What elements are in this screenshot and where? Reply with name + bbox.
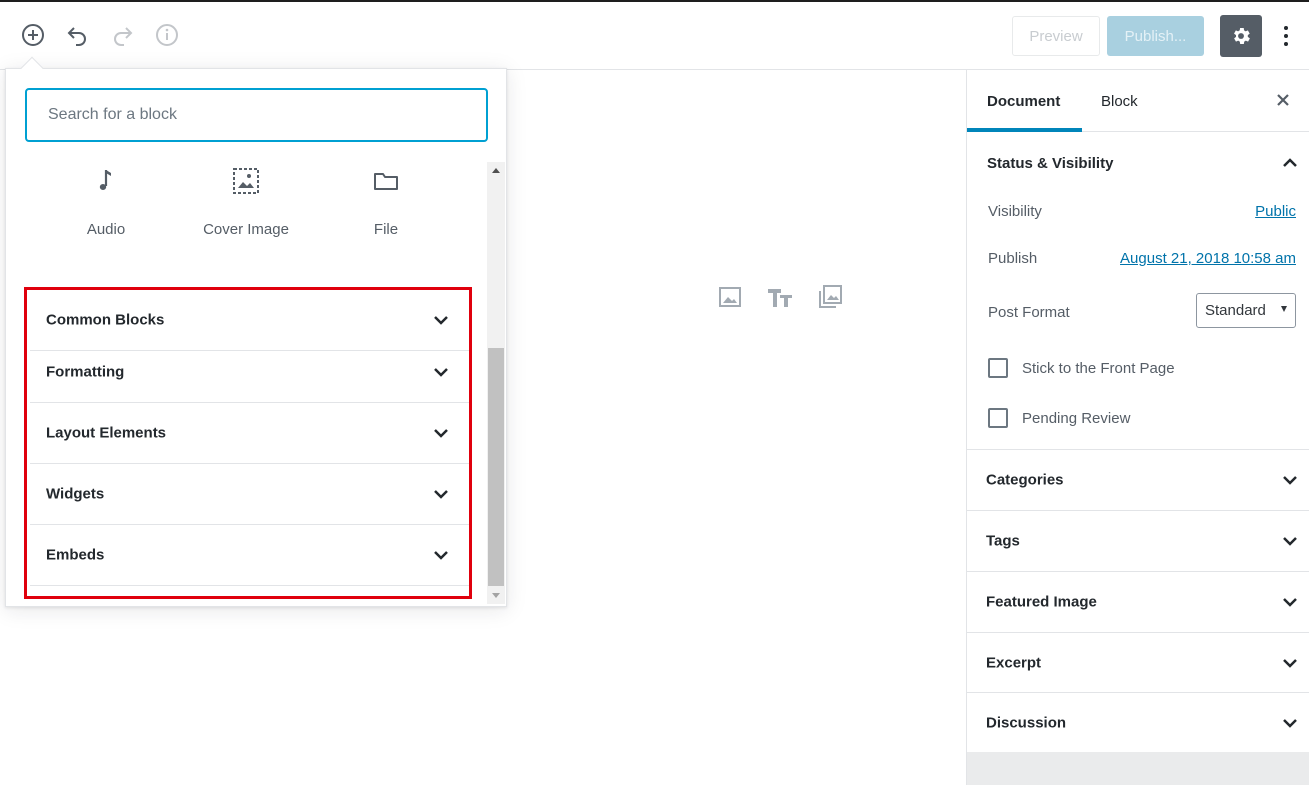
close-icon[interactable] <box>1273 90 1293 110</box>
block-search-input[interactable] <box>25 88 488 142</box>
block-file[interactable]: File <box>316 161 456 251</box>
tab-document[interactable]: Document <box>967 70 1082 132</box>
scroll-down-arrow-icon[interactable] <box>492 593 500 598</box>
panel-label: Categories <box>986 471 1064 489</box>
chevron-down-icon <box>1283 537 1297 546</box>
pending-review-checkbox[interactable] <box>988 408 1008 428</box>
gear-icon <box>1234 28 1250 44</box>
publish-label: Publish <box>988 250 1038 267</box>
info-icon[interactable] <box>152 20 182 50</box>
chevron-down-icon <box>434 316 448 325</box>
preview-button[interactable]: Preview <box>1012 16 1100 56</box>
panel-featured-image[interactable]: Featured Image <box>967 571 1309 632</box>
chevron-down-icon <box>434 490 448 499</box>
chevron-down-icon <box>1283 598 1297 607</box>
status-visibility-title[interactable]: Status & Visibility <box>987 155 1113 172</box>
panel-categories[interactable]: Categories <box>967 449 1309 510</box>
heading-icon[interactable] <box>767 284 793 310</box>
cover-image-icon <box>233 168 259 194</box>
panel-label: Excerpt <box>986 654 1042 672</box>
stick-front-page-label[interactable]: Stick to the Front Page <box>1022 360 1175 377</box>
block-label: Cover Image <box>203 221 289 238</box>
post-format-label: Post Format <box>988 304 1070 321</box>
chevron-down-icon <box>1283 659 1297 668</box>
block-inserter-popover: Audio Cover Image File Common Blocks For… <box>5 68 507 607</box>
caret-down-icon <box>1281 306 1287 312</box>
audio-icon <box>99 170 111 190</box>
publish-date-link[interactable]: August 21, 2018 10:58 am <box>1120 250 1296 267</box>
category-label: Widgets <box>46 485 105 503</box>
block-label: File <box>373 221 399 238</box>
scroll-up-arrow-icon[interactable] <box>492 168 500 173</box>
chevron-down-icon <box>434 368 448 377</box>
category-label: Embeds <box>46 546 105 564</box>
redo-icon[interactable] <box>108 20 138 50</box>
category-panels-highlight: Common Blocks Formatting Layout Elements… <box>24 287 472 599</box>
plus-circle-icon[interactable] <box>18 20 48 50</box>
editor-header: Preview Publish... <box>0 2 1309 70</box>
panel-excerpt[interactable]: Excerpt <box>967 632 1309 693</box>
settings-button[interactable] <box>1220 15 1262 57</box>
category-embeds[interactable]: Embeds <box>30 525 469 586</box>
chevron-down-icon <box>434 429 448 438</box>
scroll-thumb[interactable] <box>488 348 504 586</box>
panel-label: Discussion <box>986 714 1067 731</box>
visibility-label: Visibility <box>988 203 1042 220</box>
chevron-up-icon[interactable] <box>1282 158 1298 168</box>
category-label: Formatting <box>46 363 125 381</box>
category-widgets[interactable]: Widgets <box>30 464 469 525</box>
post-format-value: Standard <box>1205 302 1266 319</box>
panel-discussion[interactable]: Discussion <box>967 692 1309 753</box>
post-format-select[interactable]: Standard <box>1196 293 1296 328</box>
panel-label: Tags <box>986 532 1020 550</box>
chevron-down-icon <box>1283 476 1297 485</box>
sidebar-footer-area <box>967 752 1309 785</box>
panel-tags[interactable]: Tags <box>967 510 1309 571</box>
sidebar-tabs: Document Block <box>967 70 1309 132</box>
stick-front-page-checkbox[interactable] <box>988 358 1008 378</box>
block-label: Audio <box>86 221 126 238</box>
category-formatting[interactable]: Formatting <box>30 342 469 403</box>
gallery-icon[interactable] <box>817 284 843 310</box>
undo-icon[interactable] <box>62 20 92 50</box>
more-menu-button[interactable] <box>1274 20 1298 52</box>
visibility-link[interactable]: Public <box>1255 203 1296 220</box>
category-label: Common Blocks <box>46 311 165 329</box>
pending-review-label[interactable]: Pending Review <box>1022 410 1130 427</box>
chevron-down-icon <box>434 551 448 560</box>
block-cover-image[interactable]: Cover Image <box>176 161 316 251</box>
tab-block[interactable]: Block <box>1101 70 1138 132</box>
category-layout-elements[interactable]: Layout Elements <box>30 403 469 464</box>
publish-button[interactable]: Publish... <box>1107 16 1204 56</box>
category-label: Layout Elements <box>46 424 167 442</box>
image-icon[interactable] <box>717 284 743 310</box>
block-audio[interactable]: Audio <box>36 161 176 251</box>
folder-icon <box>374 173 398 190</box>
panel-label: Featured Image <box>986 593 1097 611</box>
chevron-down-icon <box>1283 718 1297 728</box>
settings-sidebar: Document Block Status & Visibility Visib… <box>966 70 1309 785</box>
inserter-scrollbar[interactable] <box>487 162 505 604</box>
